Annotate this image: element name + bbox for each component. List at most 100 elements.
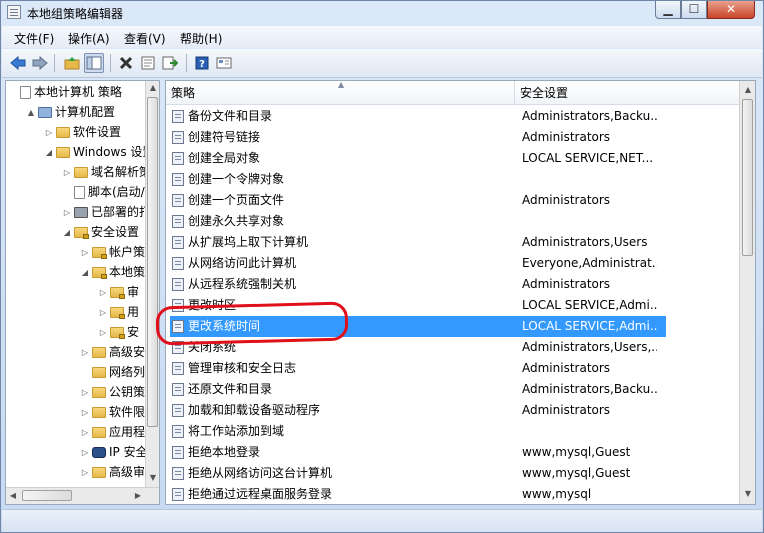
column-header-policy[interactable]: ▲ 策略 [166,81,515,105]
lockf-icon [110,327,125,339]
tree-item[interactable]: ▷ 应用程 [80,422,145,442]
expand-arrow-icon[interactable]: ▷ [80,463,90,483]
tree-item[interactable]: ▷ 高级审 [80,462,145,482]
policy-row[interactable]: 还原文件和目录 Administrators,Backu... [166,379,739,400]
maximize-button[interactable]: ☐ [681,1,707,19]
policy-row[interactable]: 管理审核和安全日志 Administrators [166,358,739,379]
scroll-thumb-h[interactable] [22,490,72,501]
tree-item[interactable]: 本地计算机 策略 [8,82,122,102]
tree-item[interactable]: ▷ 已部署的打 [62,202,151,222]
tree-item[interactable]: ▷ 软件设置 [44,122,121,142]
policy-row[interactable]: 创建一个页面文件 Administrators [166,190,739,211]
expand-arrow-icon[interactable]: ▷ [62,163,72,183]
tree-item[interactable]: ▷ 高级安 [80,342,145,362]
policy-row[interactable]: 加载和卸载设备驱动程序 Administrators [166,400,739,421]
tree-item[interactable]: ▷ 帐户策 [80,242,145,262]
tree-item-label: 软件设置 [73,125,122,139]
window: 本地组策略编辑器 ▁ ☐ ✕ 文件(F) 操作(A) 查看(V) 帮助(H) ?… [0,0,764,533]
menu-help[interactable]: 帮助(H) [180,30,222,47]
policy-row[interactable]: 从远程系统强制关机 Administrators [166,274,739,295]
expand-arrow-icon[interactable]: ▷ [44,123,54,143]
scroll-down-icon[interactable]: ▼ [146,473,159,482]
help-icon[interactable]: ? [192,53,212,73]
tree-item[interactable]: ▷ 用 [98,302,139,322]
scroll-down-icon[interactable]: ▼ [741,489,755,498]
tree-item[interactable]: ▷ 审 [98,282,139,302]
tree-horizontal-scrollbar[interactable]: ◀ ▶ [6,487,159,504]
policy-row[interactable]: 拒绝通过远程桌面服务登录 www,mysql [166,484,739,504]
up-folder-icon[interactable] [62,53,82,73]
forward-arrow-icon[interactable] [30,53,50,73]
expand-arrow-icon[interactable]: ▷ [80,403,90,423]
tree-item-label: 软件限 [109,405,146,419]
expand-arrow-icon[interactable]: ◢ [44,143,54,163]
back-arrow-icon[interactable] [8,53,28,73]
policy-name: 创建符号链接 [188,130,261,144]
tree-item[interactable]: ▷ 公钥策 [80,382,145,402]
tree-item[interactable]: ▷ 软件限 [80,402,145,422]
expand-arrow-icon[interactable]: ▷ [80,383,90,403]
expand-arrow-icon[interactable]: ▷ [80,423,90,443]
policy-icon [172,278,184,291]
policy-row[interactable]: 拒绝从网络访问这台计算机 www,mysql,Guest [166,463,739,484]
delete-icon[interactable] [116,53,136,73]
expand-arrow-icon[interactable]: ▷ [62,203,72,223]
status-bar [2,509,762,532]
view-icon[interactable] [214,53,234,73]
tree-vertical-scrollbar[interactable]: ▲ ▼ [145,81,159,487]
scroll-right-icon[interactable]: ▶ [131,491,145,500]
policy-row[interactable]: 从网络访问此计算机 Everyone,Administrat... [166,253,739,274]
expand-arrow-icon[interactable]: ▷ [98,283,108,303]
tree-item[interactable]: ▷ IP 安全 [80,442,148,462]
export-list-icon[interactable] [160,53,180,73]
expand-arrow-icon[interactable]: ◢ [80,263,90,283]
menu-action[interactable]: 操作(A) [68,30,110,47]
tree-item[interactable]: 脚本(启动/ [62,182,145,202]
menu-view[interactable]: 查看(V) [124,30,166,47]
scroll-left-icon[interactable]: ◀ [6,491,20,500]
properties-icon[interactable] [138,53,158,73]
policy-row[interactable]: 备份文件和目录 Administrators,Backu... [166,106,739,127]
column-header-setting[interactable]: 安全设置 [515,81,739,105]
policy-row[interactable]: 拒绝本地登录 www,mysql,Guest [166,442,739,463]
expand-arrow-icon[interactable]: ▷ [98,303,108,323]
scroll-thumb[interactable] [742,99,753,256]
toolbar: ? [2,49,762,78]
menu-file[interactable]: 文件(F) [14,30,54,47]
tree-item-label: 应用程 [109,425,146,439]
policy-row[interactable]: 创建一个令牌对象 [166,169,739,190]
policy-row[interactable]: 从扩展坞上取下计算机 Administrators,Users [166,232,739,253]
expand-arrow-icon[interactable]: ▷ [80,443,90,463]
lockf-icon [110,287,125,299]
tree-item[interactable]: ▲ 计算机配置 [26,102,115,122]
policy-row[interactable]: 将工作站添加到域 [166,421,739,442]
policy-name: 加载和卸载设备驱动程序 [188,403,321,417]
list-vertical-scrollbar[interactable]: ▲ ▼ [739,81,755,504]
tree-item[interactable]: ◢ Windows 设置 [44,142,154,162]
net-icon [92,447,106,458]
policy-row[interactable]: 创建永久共享对象 [166,211,739,232]
minimize-button[interactable]: ▁ [655,1,681,19]
close-button[interactable]: ✕ [707,1,755,19]
scroll-up-icon[interactable]: ▲ [146,83,159,92]
scroll-up-icon[interactable]: ▲ [741,85,755,94]
tree-item[interactable]: ◢ 安全设置 [62,222,139,242]
expand-arrow-icon[interactable]: ▲ [26,103,36,123]
expand-arrow-icon[interactable]: ▷ [80,243,90,263]
policy-setting: Administrators,Users [522,235,648,249]
show-hide-tree-icon[interactable] [84,53,104,73]
scroll-thumb[interactable] [147,97,158,427]
expand-arrow-icon[interactable]: ◢ [62,223,72,243]
policy-row[interactable]: 创建全局对象 LOCAL SERVICE,NET... [166,148,739,169]
tree-item[interactable]: 网络列 [80,362,145,382]
window-title: 本地组策略编辑器 [27,7,124,21]
tree-item[interactable]: ◢ 本地策 [80,262,145,282]
tree-item[interactable]: ▷ 安 [98,322,139,342]
policy-icon [172,446,184,459]
expand-arrow-icon[interactable]: ▷ [98,323,108,343]
expand-arrow-icon[interactable]: ▷ [80,343,90,363]
policy-setting: Administrators [522,130,611,144]
policy-row[interactable]: 创建符号链接 Administrators [166,127,739,148]
policy-icon [172,131,184,144]
tree-item[interactable]: ▷ 域名解析策 [62,162,151,182]
